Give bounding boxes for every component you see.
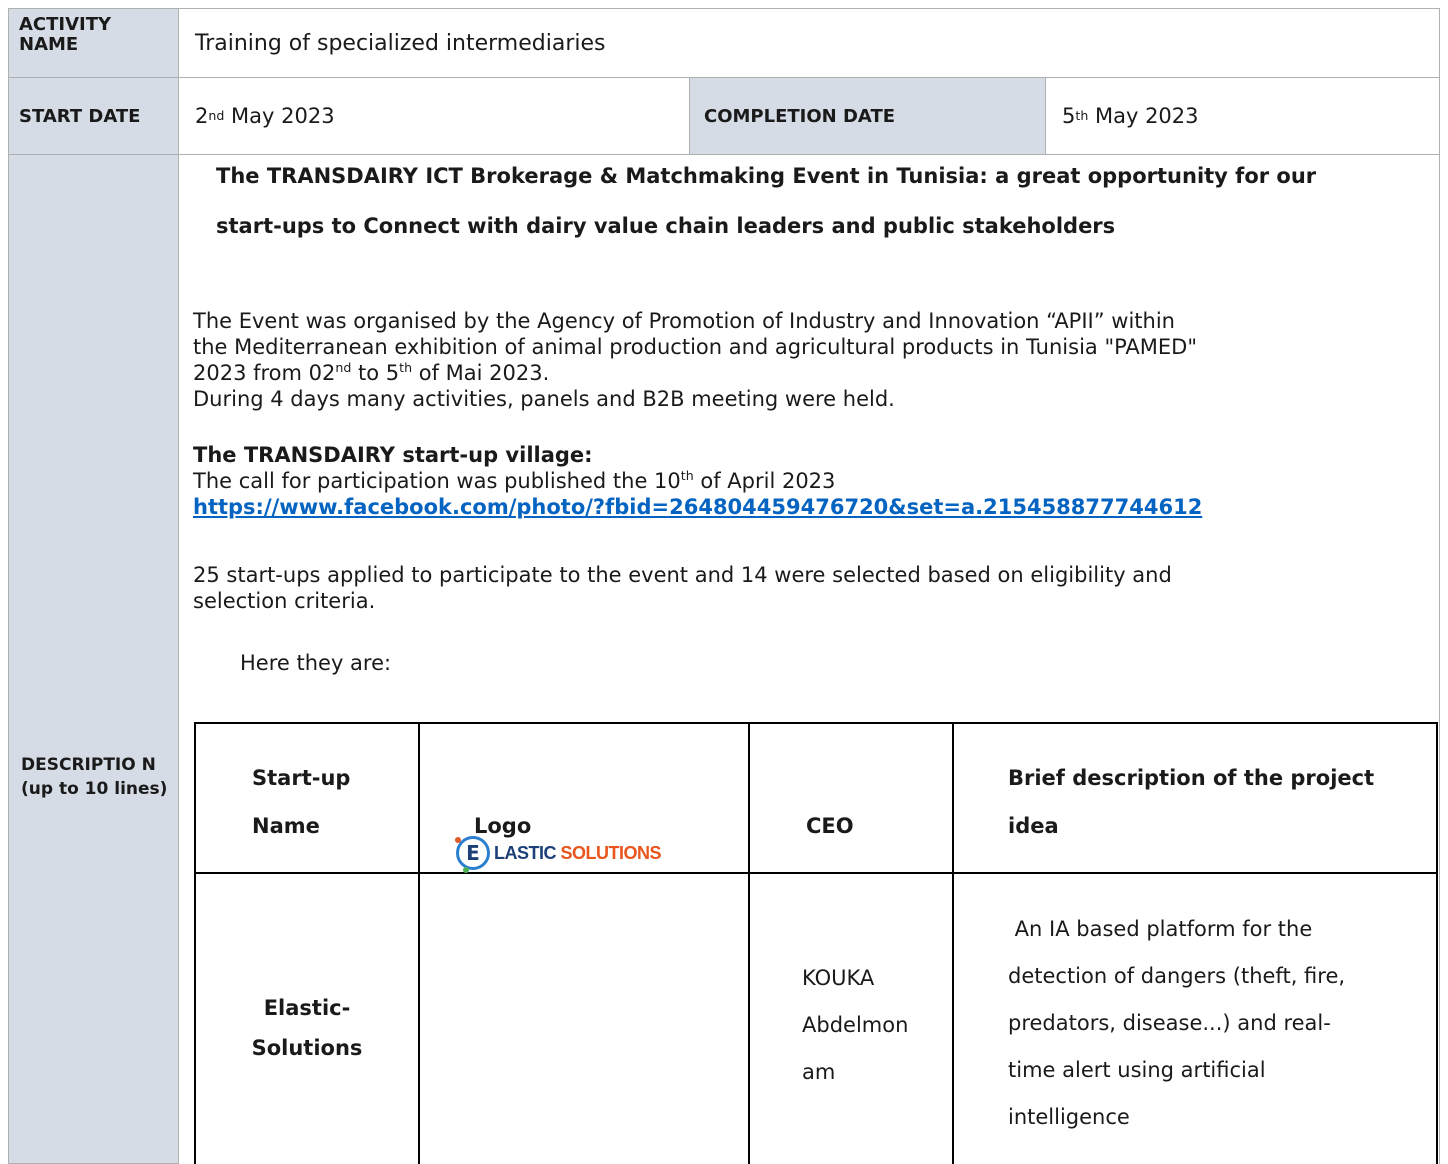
para1-line-3-sup-2: th bbox=[399, 360, 413, 375]
header-startup-name-2: Name bbox=[252, 814, 320, 838]
start-date-day: 2 bbox=[195, 104, 209, 128]
row-ceo-2: Abdelmon bbox=[802, 1013, 909, 1037]
logo-e-icon: E bbox=[455, 836, 490, 873]
event-title-line-2: start-ups to Connect with dairy value ch… bbox=[216, 214, 1116, 238]
para1-line-3-sup-1: nd bbox=[335, 360, 352, 375]
para1-line-2: the Mediterranean exhibition of animal p… bbox=[193, 335, 1198, 359]
call-text-a: The call for participation was published… bbox=[193, 469, 681, 493]
completion-date-day: 5 bbox=[1062, 104, 1076, 128]
facebook-link[interactable]: https://www.facebook.com/photo/?fbid=264… bbox=[193, 494, 1202, 520]
event-title-line-1: The TRANSDAIRY ICT Brokerage & Matchmaki… bbox=[216, 164, 1317, 188]
description-label-cell: DESCRIPTIO N (up to 10 lines) bbox=[8, 154, 179, 1164]
table-divider bbox=[748, 724, 750, 1164]
header-description-2: idea bbox=[1008, 814, 1059, 838]
row-description-2: detection of dangers (theft, fire, bbox=[1008, 964, 1346, 988]
startups-table: Start-up Name Logo CEO Brief description… bbox=[194, 722, 1438, 1164]
village-heading: The TRANSDAIRY start-up village: bbox=[193, 443, 593, 467]
row-ceo-1: KOUKA bbox=[802, 966, 875, 990]
start-date-rest: May 2023 bbox=[224, 104, 335, 128]
row-ceo-3: am bbox=[802, 1060, 836, 1084]
para1-line-4: During 4 days many activities, panels an… bbox=[193, 387, 895, 411]
row-description-4: time alert using artificial bbox=[1008, 1058, 1266, 1082]
completion-date-label: COMPLETION DATE bbox=[689, 77, 1046, 155]
call-text-sup: th bbox=[680, 468, 694, 483]
para1-line-3: 2023 from 02nd to 5th of Mai 2023. bbox=[193, 360, 549, 386]
logo-text-a: LASTIC bbox=[494, 842, 561, 863]
start-date-value: 2nd May 2023 bbox=[178, 77, 690, 155]
para2-line-2: selection criteria. bbox=[193, 589, 376, 613]
here-they-are: Here they are: bbox=[240, 651, 392, 675]
row-startup-name-1: Elastic- bbox=[263, 996, 351, 1020]
row-startup-name-2: Solutions bbox=[251, 1036, 363, 1060]
header-description-1: Brief description of the project bbox=[1008, 766, 1375, 790]
activity-name-value: Training of specialized intermediaries bbox=[178, 8, 1440, 78]
completion-date-value: 5th May 2023 bbox=[1045, 77, 1440, 155]
logo-wordmark: LASTIC SOLUTIONS bbox=[494, 842, 662, 864]
logo-dot-icon bbox=[463, 867, 469, 873]
logo-text-b: SOLUTIONS bbox=[560, 842, 662, 863]
call-text-b: of April 2023 bbox=[693, 469, 836, 493]
para1-line-3-c: of Mai 2023. bbox=[412, 361, 550, 385]
start-date-label: START DATE bbox=[8, 77, 179, 155]
completion-date-rest: May 2023 bbox=[1088, 104, 1199, 128]
logo-letter: E bbox=[466, 841, 480, 865]
elastic-solutions-logo: E LASTIC SOLUTIONS bbox=[455, 836, 662, 873]
row-description-3: predators, disease...) and real- bbox=[1008, 1011, 1331, 1035]
table-divider bbox=[196, 872, 1436, 874]
row-description-1: An IA based platform for the bbox=[1008, 917, 1313, 941]
para2-line-1: 25 start-ups applied to participate to t… bbox=[193, 563, 1172, 587]
description-label: DESCRIPTIO N (up to 10 lines) bbox=[21, 755, 168, 799]
header-ceo: CEO bbox=[806, 814, 854, 838]
para1-line-3-a: 2023 from 02 bbox=[193, 361, 336, 385]
table-divider bbox=[952, 724, 954, 1164]
row-description-5: intelligence bbox=[1008, 1105, 1130, 1129]
para1-line-3-b: to 5 bbox=[351, 361, 400, 385]
header-startup-name-1: Start-up bbox=[252, 766, 351, 790]
para1-line-1: The Event was organised by the Agency of… bbox=[193, 309, 1175, 333]
table-divider bbox=[418, 724, 420, 1164]
logo-dot-icon bbox=[455, 837, 461, 843]
activity-name-label: ACTIVITY NAME bbox=[8, 8, 179, 78]
call-for-participation: The call for participation was published… bbox=[193, 468, 835, 494]
